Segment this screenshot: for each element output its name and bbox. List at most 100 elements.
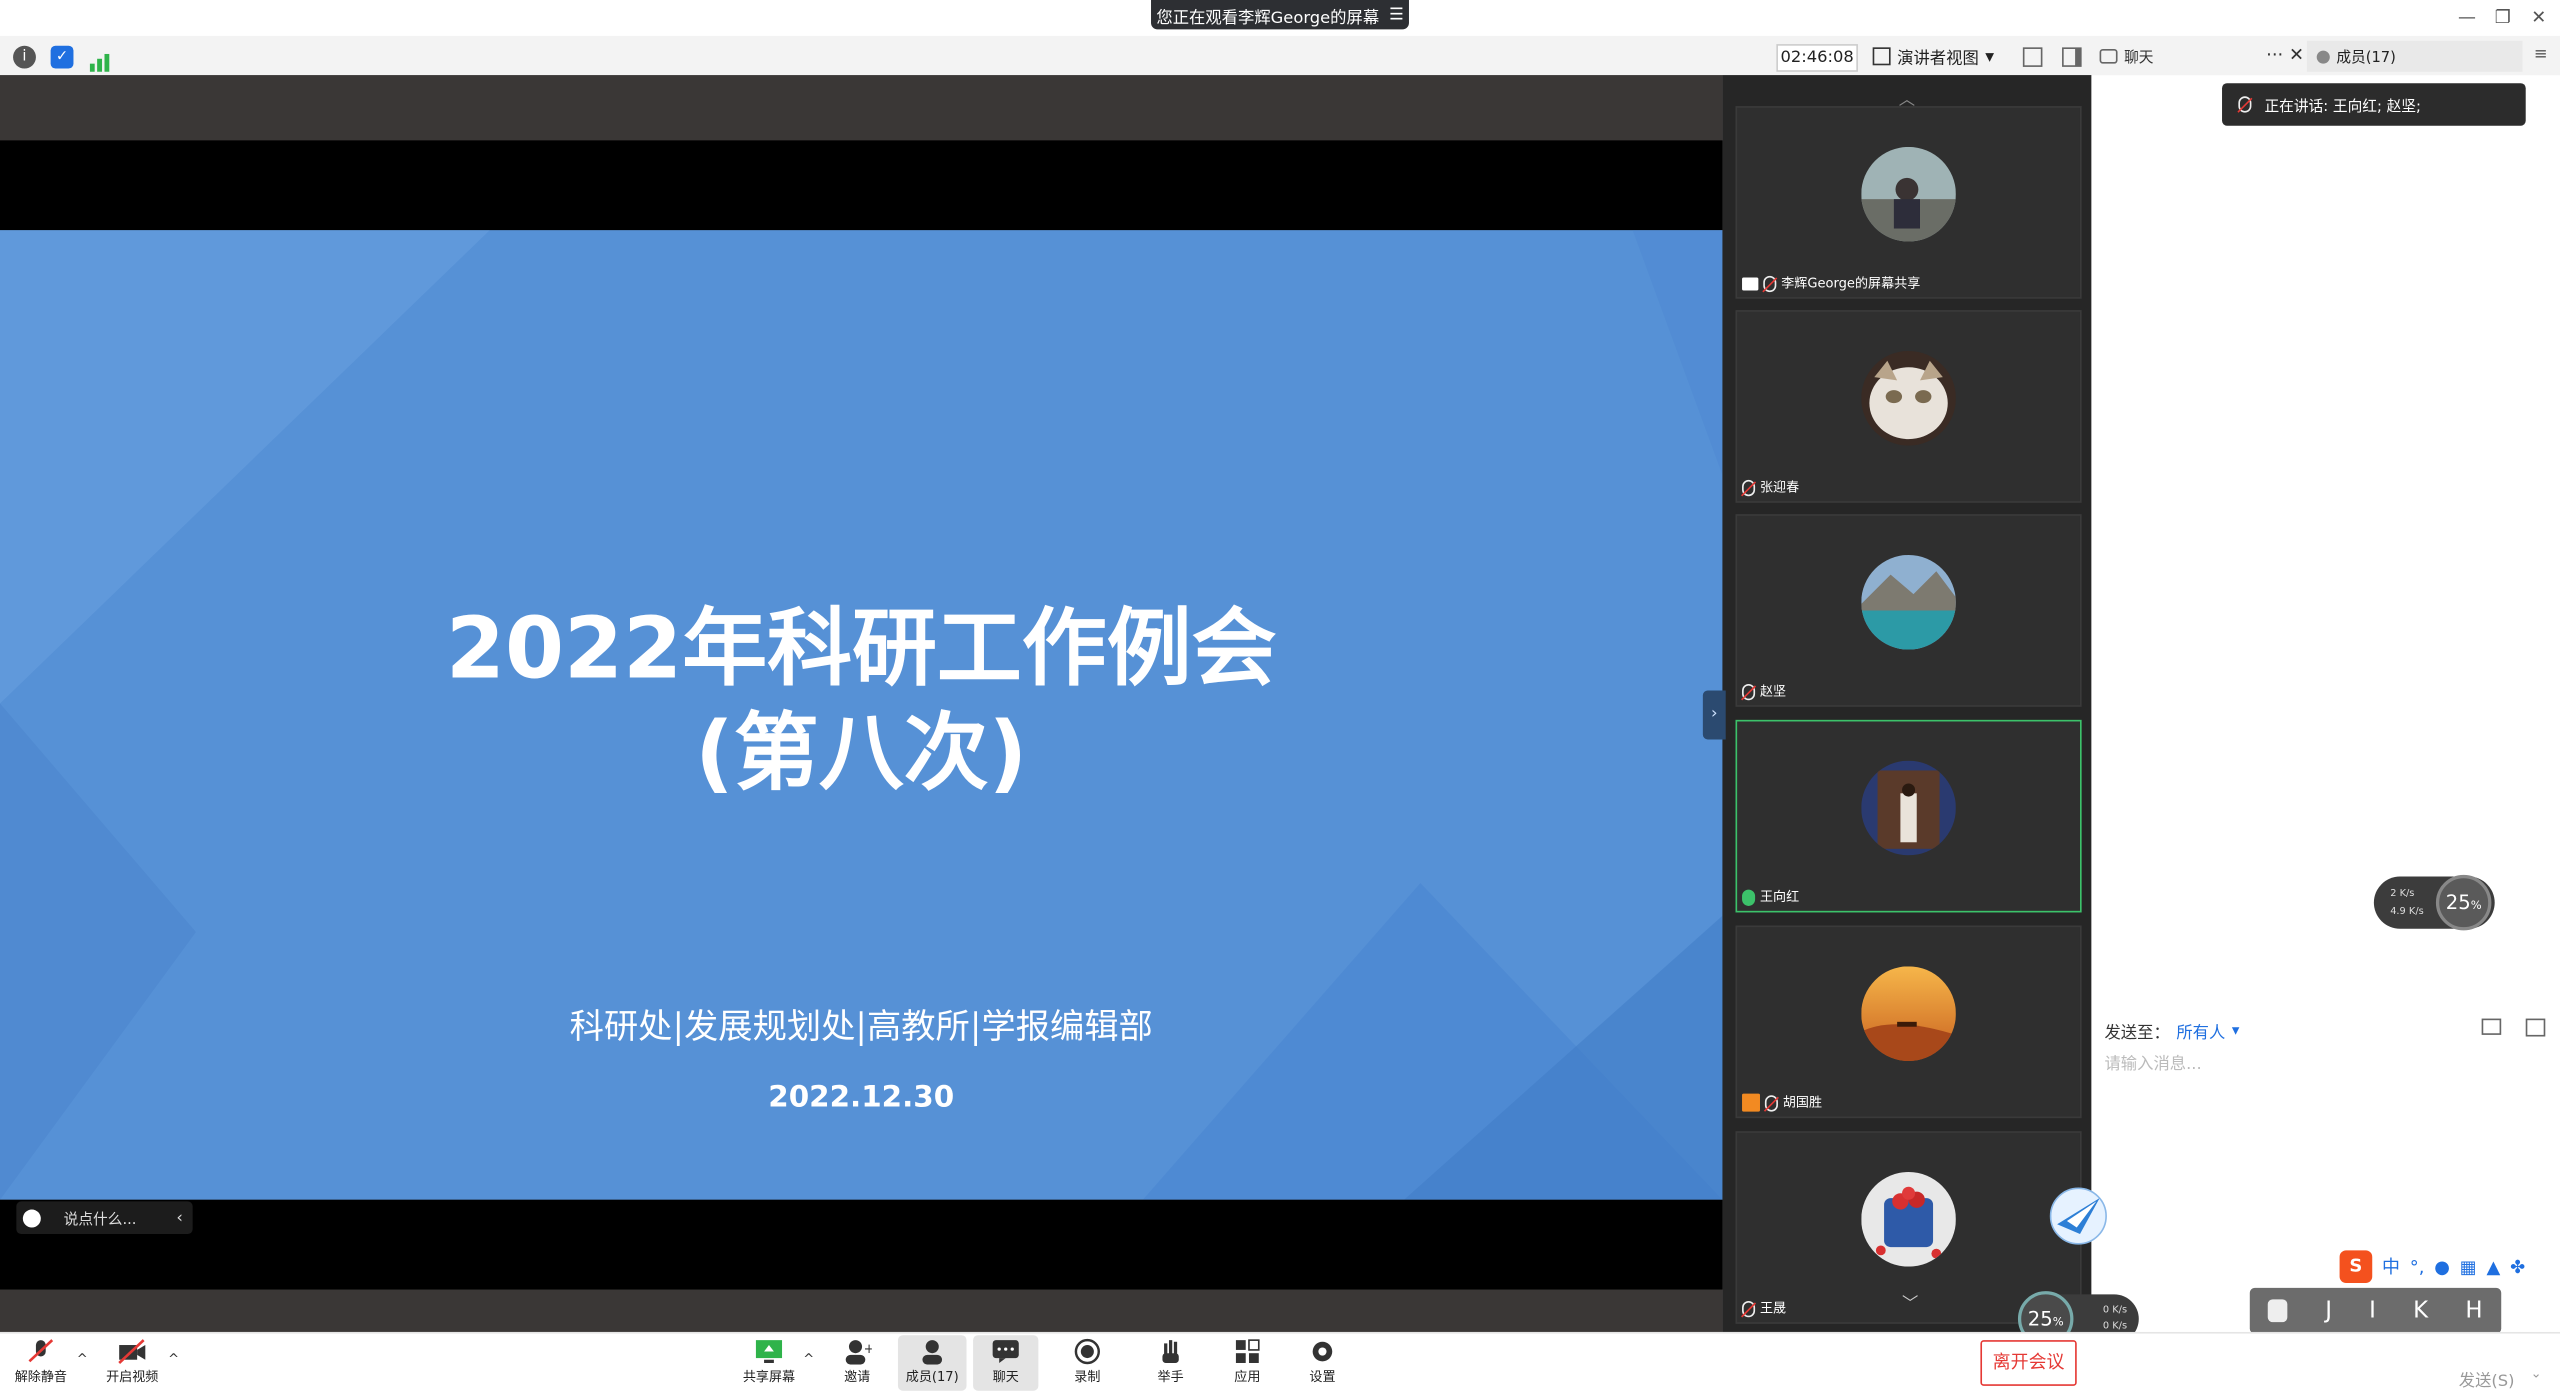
fullscreen-icon[interactable] [2022, 47, 2043, 67]
more-icon[interactable]: ··· [2266, 44, 2283, 65]
download-speed: 4.9 [2390, 905, 2406, 918]
avatar [1861, 350, 1956, 446]
chat-icon [2099, 48, 2118, 64]
participant-name: 赵坚 [1759, 683, 1787, 699]
key-hint: J [2325, 1297, 2332, 1324]
screen-share-banner[interactable]: 您正在观看李辉George的屏幕 ☰ [1151, 0, 1409, 30]
send-to-label: 发送至： [2104, 1025, 2170, 1044]
close-chat-icon[interactable]: ✕ [2289, 44, 2304, 65]
record-button[interactable]: 录制 [1061, 1335, 1113, 1390]
cpu-percent-sign: % [2470, 899, 2482, 913]
network-widget[interactable]: 2 K/s 4.9 K/s 25% [2373, 874, 2495, 931]
apps-button[interactable]: 应用 [1221, 1335, 1273, 1390]
upload-speed: 2 [2390, 887, 2397, 900]
chevron-up-icon[interactable]: ^ [77, 1352, 88, 1367]
svg-text:+: + [864, 1342, 872, 1357]
tile-name-bar: 王向红 [1742, 886, 1799, 907]
mic-muted-icon [1764, 1094, 1778, 1111]
participant-name: 张迎春 [1759, 479, 1800, 495]
file-icon[interactable] [2481, 1018, 2502, 1035]
collapse-panel-handle[interactable]: › [1702, 690, 1726, 740]
raise-hand-button[interactable]: 举手 [1143, 1335, 1199, 1390]
caret-down-icon: ▼ [2231, 1025, 2240, 1037]
participant-tile[interactable]: 李辉George的屏幕共享 [1735, 106, 2082, 299]
tile-name-bar: 赵坚 [1742, 681, 1786, 702]
minimize-icon[interactable]: — [2454, 5, 2480, 31]
send-to-value: 所有人 [2176, 1025, 2226, 1044]
participant-tile[interactable]: 张迎春 [1735, 310, 2082, 503]
unmute-label: 解除静音 [14, 1369, 67, 1385]
leave-meeting-button[interactable]: 离开会议 [1980, 1340, 2077, 1386]
mic-muted-icon [1742, 479, 1756, 496]
view-mode-dropdown[interactable]: 演讲者视图 ▼ [1872, 42, 2007, 70]
tab-members[interactable]: 成员(17) [2306, 40, 2523, 72]
settings-label: 设置 [1309, 1369, 1336, 1385]
chat-label: 聊天 [992, 1369, 1019, 1385]
share-screen-button[interactable]: 共享屏幕 [738, 1335, 800, 1390]
chat-input[interactable]: 请输入消息... [2104, 1050, 2201, 1074]
invite-button[interactable]: + 邀请 [829, 1335, 885, 1390]
participant-tile[interactable]: 胡国胜 [1735, 925, 2082, 1119]
speaking-text: 正在讲话: 王向红; 赵坚; [2264, 98, 2421, 116]
key-hint: K [2413, 1297, 2429, 1324]
chevron-left-icon[interactable]: ‹ [176, 1209, 183, 1227]
video-off-icon [118, 1339, 147, 1365]
gear-icon [1308, 1339, 1337, 1365]
comment-input[interactable]: 说点什么... ‹ [16, 1201, 193, 1235]
punctuation-icon: °, [2409, 1256, 2425, 1278]
mic-muted-icon [2238, 96, 2252, 113]
restore-icon[interactable]: ❐ [2490, 5, 2516, 31]
menu-icon[interactable]: ≡ [2534, 46, 2548, 64]
chevron-down-icon[interactable]: ⌄ [2531, 1366, 2542, 1381]
meeting-timer: 02:46:08 [1776, 44, 1858, 72]
tab-chat[interactable]: 聊天 [2099, 46, 2153, 67]
send-button[interactable]: 发送(S) [2459, 1366, 2515, 1391]
apps-label: 应用 [1234, 1369, 1261, 1385]
slide-date: 2022.12.30 [768, 1080, 955, 1115]
send-to-selector[interactable]: 发送至： 所有人 ▼ [2104, 1019, 2239, 1043]
record-label: 录制 [1074, 1369, 1101, 1385]
cpu-percent-badge: 25% [2435, 874, 2492, 931]
start-video-button[interactable]: 开启视频 [100, 1335, 165, 1390]
speed-unit: K/s [2112, 1304, 2128, 1316]
shield-icon[interactable]: ✓ [50, 45, 74, 69]
bird-assistant-icon[interactable] [2047, 1185, 2109, 1247]
share-screen-label: 共享屏幕 [742, 1369, 796, 1385]
participant-tile-speaking[interactable]: 王向红 [1735, 719, 2082, 913]
chevron-down-icon[interactable]: ﹀ [1902, 1290, 1918, 1314]
participant-name: 胡国胜 [1782, 1095, 1823, 1110]
mic-muted-icon [1763, 275, 1777, 292]
info-icon[interactable]: i [13, 45, 36, 69]
meeting-toolbar [0, 35, 2560, 77]
participant-tile[interactable]: 赵坚 [1735, 514, 2082, 707]
screen-share-icon [1742, 276, 1759, 290]
settings-button[interactable]: 设置 [1296, 1335, 1348, 1390]
signal-icon[interactable] [89, 47, 110, 72]
mic-muted-icon [26, 1339, 55, 1365]
chevron-up-icon[interactable]: ^ [168, 1352, 179, 1367]
record-icon [1073, 1338, 1102, 1365]
cpu-percent: 25 [2445, 891, 2471, 915]
emoji-icon[interactable] [22, 1208, 41, 1227]
close-window-icon[interactable]: ✕ [2526, 5, 2552, 31]
speed-unit: K/s [2399, 887, 2415, 900]
unmute-button[interactable]: 解除静音 [10, 1335, 72, 1390]
ime-mode: 中 [2382, 1256, 2400, 1279]
chevron-up-icon[interactable]: ^ [803, 1352, 814, 1367]
speed-unit: K/s [2112, 1320, 2128, 1332]
ime-toolbar[interactable]: S 中 °, ● ▦ ▲ ✤ [2339, 1250, 2526, 1284]
participant-name: 王晟 [1759, 1300, 1787, 1316]
list-icon[interactable]: ☰ [1389, 6, 1404, 24]
letterbox-bottom [0, 1199, 1723, 1290]
comment-placeholder: 说点什么... [63, 1211, 137, 1229]
toolbox-icon: ✤ [2510, 1256, 2526, 1278]
sidebar-toggle-icon[interactable] [2062, 47, 2082, 67]
download-speed: 0 [2102, 1320, 2110, 1332]
chat-button[interactable]: 聊天 [973, 1335, 1039, 1391]
screenshot-icon[interactable] [2525, 1018, 2546, 1037]
members-button[interactable]: 成员(17) [897, 1335, 967, 1391]
members-label: 成员(17) [905, 1369, 959, 1385]
view-mode-label: 演讲者视图 [1897, 50, 1979, 69]
chat-pane [2091, 75, 2560, 1332]
gesture-key-hints: J I K H [2249, 1287, 2502, 1334]
